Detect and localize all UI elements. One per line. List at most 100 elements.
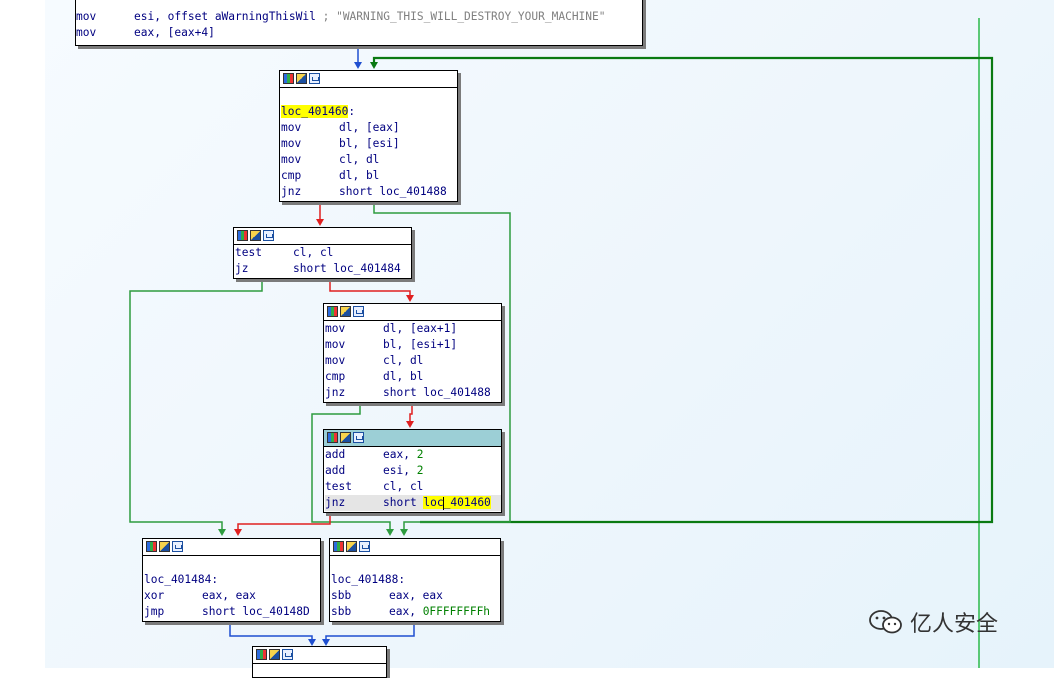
asm-line[interactable]: xor eax, eax [144,588,320,604]
edge-arrowhead [308,639,316,646]
operand: bl, [esi+1] [383,338,458,351]
edge-block2-to-block5 [129,280,263,532]
operand: esi, [383,464,417,477]
asm-line-current[interactable]: jnz short loc_401460 [325,495,501,511]
operand: cl, dl [339,153,380,166]
immediate-value: 0FFFFFFFFh [422,605,491,618]
asm-label-line[interactable]: loc_401484: [144,572,320,588]
group-node-icon[interactable] [263,230,274,241]
jump-target-label[interactable]: loc_401460 [423,496,491,510]
group-node-icon[interactable] [353,306,364,317]
operand: eax, [eax+4] [134,26,215,39]
edge-arrowhead [354,62,362,69]
asm-line[interactable]: jmp short loc_40148D [144,604,320,620]
asm-line[interactable]: jz short loc_401484 [235,261,411,277]
asm-line[interactable]: mov bl, [esi] [281,136,457,152]
node-header[interactable] [234,228,411,245]
asm-line[interactable]: mov eax, [eax+4] [76,25,642,41]
asm-line[interactable]: jnz short loc_401488 [325,385,501,401]
asm-label-line[interactable]: loc_401460: [281,104,457,120]
node-header-selected[interactable] [324,430,501,447]
edit-node-icon[interactable] [250,230,261,241]
asm-line[interactable]: test cl, cl [325,479,501,495]
asm-line[interactable]: jnz short loc_401488 [281,184,457,200]
graph-node-cmp-next[interactable]: mov dl, [eax+1] mov bl, [esi+1] mov cl, dl … [323,303,502,403]
asm-line[interactable]: mov cl, dl [325,353,501,369]
mnemonic: mov [325,322,346,335]
node-header[interactable] [324,304,501,321]
mnemonic: mov [281,153,302,166]
graph-node-bottom-partial[interactable] [252,646,387,678]
edge-arrowhead [218,529,226,536]
edit-node-icon[interactable] [340,432,351,443]
asm-line[interactable]: mov dl, [eax+1] [325,321,501,337]
edge-arrowhead [406,295,414,302]
asm-line[interactable]: sbb eax, eax [331,588,500,604]
node-header[interactable] [330,539,500,556]
asm-line[interactable]: mov dl, [eax] [281,120,457,136]
operand: cl, cl [383,480,424,493]
mnemonic: mov [281,137,302,150]
color-node-icon[interactable] [256,649,267,660]
asm-line[interactable]: mov bl, [esi+1] [325,337,501,353]
edit-node-icon[interactable] [296,73,307,84]
color-node-icon[interactable] [237,230,248,241]
mnemonic: cmp [281,169,302,182]
edit-node-icon[interactable] [340,306,351,317]
asm-line[interactable]: sbb eax, 0FFFFFFFFh [331,604,500,620]
asm-line[interactable]: add esi, 2 [325,463,501,479]
mnemonic: jnz [325,386,346,399]
asm-line[interactable]: add eax, 2 [325,447,501,463]
graph-node-loc-401460[interactable]: loc_401460: mov dl, [eax] mov bl, [esi] mo… [279,70,458,202]
graph-node-loop-increment[interactable]: add eax, 2 add esi, 2 test cl, cl jnz short … [323,429,502,513]
color-node-icon[interactable] [146,541,157,552]
asm-line[interactable]: mov esi, offset aWarningThisWil ; "WARNIN… [76,9,642,25]
graph-node-top[interactable]: mov esi, offset aWarningThisWil ; "WARNIN… [75,0,643,46]
edit-node-icon[interactable] [159,541,170,552]
node-header[interactable] [280,71,457,88]
wechat-logo-icon [869,610,902,634]
node-header[interactable] [253,647,386,664]
color-node-icon[interactable] [283,73,294,84]
group-node-icon[interactable] [172,541,183,552]
group-node-icon[interactable] [282,649,293,660]
group-node-icon[interactable] [353,432,364,443]
operand: cl, cl [293,246,334,259]
asm-line[interactable]: cmp dl, bl [281,168,457,184]
edge-arrowhead [316,219,324,226]
operand: eax, eax [202,589,256,602]
node-header[interactable] [143,539,320,556]
mnemonic: jmp [144,605,165,618]
edge-arrowhead [234,529,242,536]
color-node-icon[interactable] [333,541,344,552]
code-label[interactable]: loc_401484: [144,573,218,586]
group-node-icon[interactable] [309,73,320,84]
mnemonic: jnz [281,185,302,198]
edit-node-icon[interactable] [269,649,280,660]
mnemonic: sbb [331,605,352,618]
edge-block2-to-block3 [329,280,411,298]
asm-line[interactable]: cmp dl, bl [325,369,501,385]
edge-arrowhead [322,639,330,646]
edge-arrowhead [406,421,414,428]
mnemonic: test [325,480,352,493]
group-node-icon[interactable] [359,541,370,552]
color-node-icon[interactable] [327,306,338,317]
label-colon: : [348,105,356,118]
asm-line[interactable]: test cl, cl [235,245,411,261]
edge-block6-to-next [325,624,415,642]
operand: bl, [esi] [339,137,400,150]
graph-node-test-cl[interactable]: test cl, cl jz short loc_401484 [233,227,412,279]
operand: eax, [389,605,423,618]
operand: short loc_401488 [383,386,491,399]
color-node-icon[interactable] [327,432,338,443]
edit-node-icon[interactable] [346,541,357,552]
graph-node-loc-401488[interactable]: loc_401488: sbb eax, eax sbb eax, 0FFFFFFF… [329,538,501,622]
operand: dl, bl [339,169,380,182]
code-label[interactable]: loc_401488: [331,573,405,586]
jump-target-part: _401460 [443,496,491,509]
graph-node-loc-401484[interactable]: loc_401484: xor eax, eax jmp short loc_401… [142,538,321,622]
asm-label-line[interactable]: loc_401488: [331,572,500,588]
code-label[interactable]: loc_401460 [281,105,349,118]
asm-line[interactable]: mov cl, dl [281,152,457,168]
